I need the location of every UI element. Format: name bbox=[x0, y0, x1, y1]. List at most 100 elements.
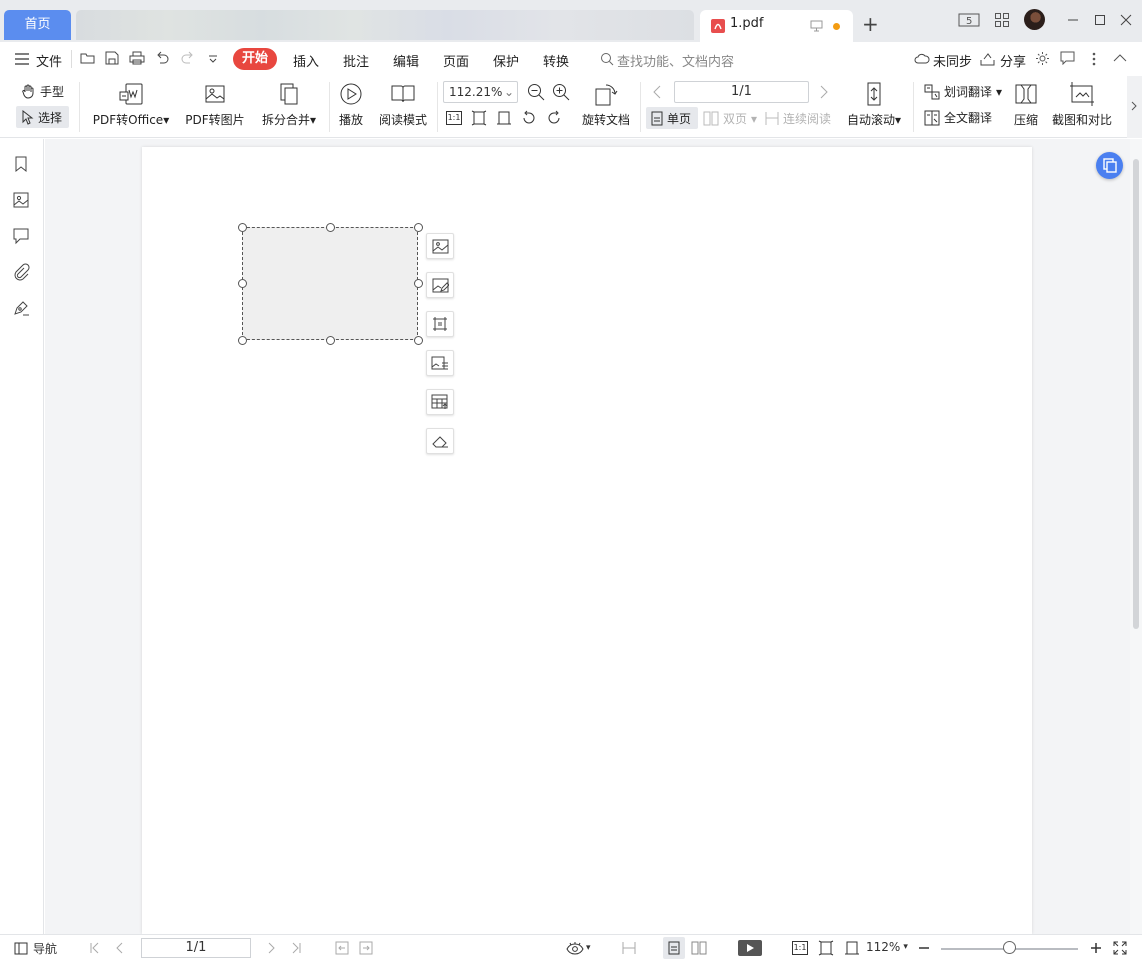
share-icon[interactable] bbox=[980, 52, 995, 66]
single-page-button[interactable]: 单页 bbox=[651, 110, 691, 127]
tab-file[interactable]: 1.pdf bbox=[700, 10, 853, 42]
tab-insert[interactable]: 插入 bbox=[293, 51, 319, 70]
read-mode-button[interactable]: 阅读模式 bbox=[376, 80, 430, 128]
next-page-icon[interactable] bbox=[268, 942, 276, 954]
status-page-input[interactable]: 1/1 bbox=[141, 938, 251, 958]
pdf-to-office-button[interactable]: PDF转Office▾ bbox=[91, 80, 171, 128]
back-icon[interactable] bbox=[335, 941, 349, 955]
tab-annotate[interactable]: 批注 bbox=[343, 51, 369, 70]
workspace-5-icon[interactable]: 5 bbox=[958, 10, 980, 30]
monitor-icon[interactable] bbox=[810, 20, 823, 32]
search-icon[interactable] bbox=[600, 52, 614, 66]
file-menu[interactable]: 文件 bbox=[36, 51, 62, 70]
fullscreen-icon[interactable] bbox=[1113, 941, 1127, 955]
nav-toggle-button[interactable]: 导航 bbox=[14, 940, 57, 957]
share-button[interactable]: 分享 bbox=[1000, 51, 1026, 70]
replace-image-button[interactable] bbox=[426, 233, 454, 259]
crop-image-button[interactable] bbox=[426, 311, 454, 337]
actual-size-button[interactable]: 1:1 bbox=[446, 111, 462, 125]
edit-image-button[interactable] bbox=[426, 272, 454, 298]
resize-handle-top-left[interactable] bbox=[238, 223, 247, 232]
redo-icon[interactable] bbox=[181, 51, 195, 65]
compress-button[interactable]: 压缩 bbox=[1010, 80, 1042, 128]
image-to-text-button[interactable] bbox=[426, 350, 454, 376]
cloud-sync-icon[interactable] bbox=[914, 52, 930, 66]
grid-apps-icon[interactable] bbox=[991, 10, 1013, 30]
prev-page-icon[interactable] bbox=[652, 85, 661, 99]
avatar[interactable] bbox=[1024, 9, 1045, 30]
save-icon[interactable] bbox=[105, 51, 119, 65]
word-translate-button[interactable]: 划词翻译 ▾ bbox=[924, 83, 1002, 100]
continuous-mode-icon[interactable] bbox=[621, 941, 637, 955]
hamburger-icon[interactable] bbox=[15, 53, 29, 65]
float-assistant-button[interactable] bbox=[1096, 152, 1123, 179]
tab-convert[interactable]: 转换 bbox=[543, 51, 569, 70]
zoom-out-button[interactable] bbox=[918, 942, 930, 954]
tab-edit[interactable]: 编辑 bbox=[393, 51, 419, 70]
bookmark-icon[interactable] bbox=[12, 155, 30, 173]
search-input[interactable]: 查找功能、文档内容 bbox=[617, 51, 734, 70]
auto-scroll-button[interactable]: 自动滚动▾ bbox=[845, 80, 903, 128]
status-fit-width-icon[interactable] bbox=[844, 940, 860, 956]
resize-handle-top-right[interactable] bbox=[414, 223, 423, 232]
customize-dropdown-icon[interactable] bbox=[208, 55, 218, 63]
status-zoom-select[interactable]: 112% ▾ bbox=[866, 940, 908, 954]
undo-icon[interactable] bbox=[155, 51, 169, 65]
last-page-icon[interactable] bbox=[291, 942, 301, 954]
resize-handle-bottom[interactable] bbox=[326, 336, 335, 345]
rotate-right-icon[interactable] bbox=[546, 110, 562, 126]
zoom-in-button[interactable] bbox=[1090, 942, 1102, 954]
image-placeholder[interactable] bbox=[242, 227, 418, 340]
zoom-out-icon[interactable] bbox=[527, 83, 545, 101]
single-page-mode-icon[interactable] bbox=[668, 941, 680, 955]
message-icon[interactable] bbox=[1060, 51, 1075, 65]
sync-status[interactable]: 未同步 bbox=[933, 51, 972, 70]
continuous-read-button[interactable]: 连续阅读 bbox=[765, 110, 831, 127]
fit-page-icon[interactable] bbox=[471, 110, 487, 126]
eye-care-button[interactable]: ▾ bbox=[566, 941, 591, 955]
open-folder-icon[interactable] bbox=[80, 51, 96, 65]
resize-handle-right[interactable] bbox=[414, 279, 423, 288]
tab-page[interactable]: 页面 bbox=[443, 51, 469, 70]
maximize-icon[interactable] bbox=[1089, 10, 1111, 30]
more-icon[interactable] bbox=[1092, 52, 1096, 66]
vertical-scrollbar[interactable] bbox=[1130, 139, 1142, 934]
select-tool-button[interactable]: 选择 bbox=[21, 109, 62, 126]
rotate-document-button[interactable]: 旋转文档 bbox=[580, 80, 632, 128]
resize-handle-bottom-left[interactable] bbox=[238, 336, 247, 345]
new-tab-button[interactable]: + bbox=[862, 14, 879, 34]
comment-icon[interactable] bbox=[12, 227, 30, 245]
tab-home[interactable]: 首页 bbox=[4, 10, 71, 40]
rotate-left-icon[interactable] bbox=[521, 110, 537, 126]
scrollbar-thumb[interactable] bbox=[1133, 159, 1139, 629]
forward-icon[interactable] bbox=[359, 941, 373, 955]
full-translate-button[interactable]: 全文翻译 bbox=[924, 109, 992, 126]
erase-image-button[interactable] bbox=[426, 428, 454, 454]
status-actual-size-button[interactable]: 1:1 bbox=[792, 941, 808, 955]
split-merge-button[interactable]: 拆分合并▾ bbox=[258, 80, 320, 128]
fit-width-icon[interactable] bbox=[496, 110, 512, 126]
resize-handle-left[interactable] bbox=[238, 279, 247, 288]
hand-tool-button[interactable]: 手型 bbox=[21, 83, 64, 100]
page-number-input[interactable]: 1/1 bbox=[674, 81, 809, 103]
screenshot-compare-button[interactable]: 截图和对比 bbox=[1050, 80, 1114, 128]
close-icon[interactable] bbox=[1115, 10, 1137, 30]
image-to-table-button[interactable] bbox=[426, 389, 454, 415]
next-page-icon[interactable] bbox=[820, 85, 829, 99]
zoom-select[interactable]: 112.21% ⌄ bbox=[443, 81, 518, 103]
zoom-in-icon[interactable] bbox=[552, 83, 570, 101]
pdf-to-image-button[interactable]: PDF转图片 bbox=[184, 80, 246, 128]
minimize-icon[interactable] bbox=[1062, 10, 1084, 30]
print-icon[interactable] bbox=[129, 51, 145, 65]
play-button[interactable]: 播放 bbox=[335, 80, 367, 128]
status-fit-page-icon[interactable] bbox=[818, 940, 834, 956]
blurred-tabs[interactable] bbox=[76, 10, 694, 40]
double-page-button[interactable]: 双页 ▾ bbox=[703, 110, 757, 127]
ribbon-scroll-right[interactable] bbox=[1127, 76, 1142, 138]
gear-icon[interactable] bbox=[1035, 51, 1050, 66]
document-workspace[interactable] bbox=[45, 139, 1130, 934]
double-page-mode-icon[interactable] bbox=[691, 941, 707, 955]
tab-start[interactable]: 开始 bbox=[233, 48, 277, 70]
resize-handle-top[interactable] bbox=[326, 223, 335, 232]
zoom-slider-thumb[interactable] bbox=[1003, 941, 1016, 954]
